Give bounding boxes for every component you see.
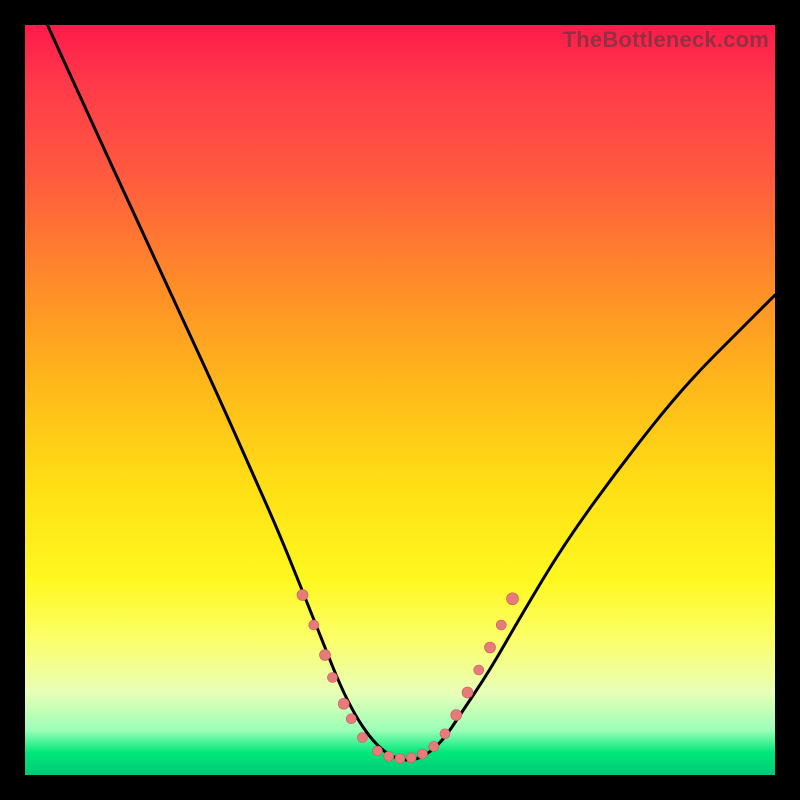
curve-marker	[507, 593, 519, 605]
curve-marker	[418, 749, 428, 759]
curve-marker	[373, 746, 383, 756]
curve-marker	[328, 673, 338, 683]
curve-marker	[406, 753, 416, 763]
curve-marker	[297, 590, 308, 601]
plot-area: TheBottleneck.com	[25, 25, 775, 775]
bottleneck-curve-path	[48, 25, 776, 760]
curve-marker	[395, 754, 405, 764]
curve-marker	[496, 620, 506, 630]
curve-marker	[451, 710, 462, 721]
curve-marker	[346, 714, 356, 724]
curve-marker	[384, 751, 394, 761]
curve-marker	[358, 733, 368, 743]
curve-marker	[320, 650, 331, 661]
curve-marker	[474, 665, 484, 675]
curve-marker	[338, 698, 349, 709]
curve-marker	[462, 687, 473, 698]
curve-marker	[429, 742, 439, 752]
curve-marker	[309, 620, 319, 630]
chart-frame: TheBottleneck.com	[0, 0, 800, 800]
curve-marker	[440, 729, 450, 739]
bottleneck-curve-svg	[25, 25, 775, 775]
curve-marker	[485, 642, 496, 653]
